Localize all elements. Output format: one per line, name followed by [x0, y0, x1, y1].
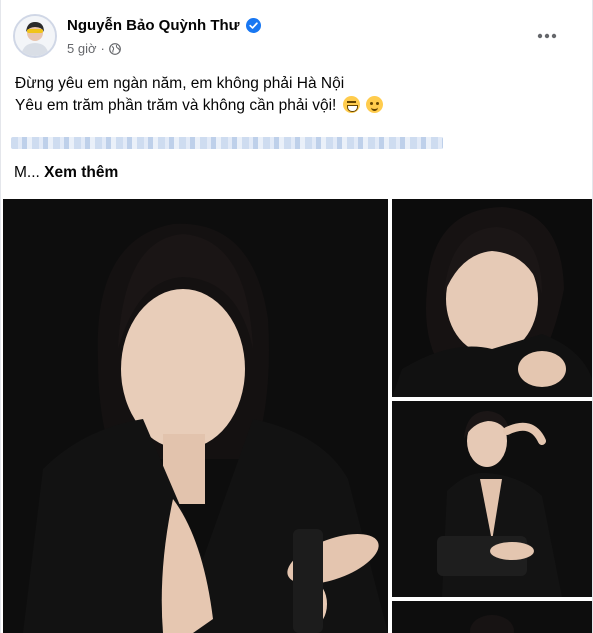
photo-4[interactable]: [392, 601, 592, 633]
post-time[interactable]: 5 giờ: [67, 41, 97, 56]
photo-3[interactable]: [392, 401, 592, 597]
see-more-row: M... Xem thêm: [14, 164, 118, 182]
main-photo[interactable]: [3, 199, 388, 633]
post-text: Đừng yêu em ngàn năm, em không phải Hà N…: [15, 73, 575, 117]
post-text-line-2-row: Yêu em trăm phần trăm và không cần phải …: [15, 95, 575, 117]
post-meta: 5 giờ ·: [67, 41, 121, 56]
verified-badge-icon: [245, 18, 261, 33]
grinning-squint-emoji: [342, 96, 360, 113]
author-name[interactable]: Nguyễn Bảo Quỳnh Thư: [67, 17, 240, 34]
more-options-button[interactable]: [529, 22, 565, 50]
author-avatar[interactable]: [13, 14, 57, 58]
post-text-line-1: Đừng yêu em ngàn năm, em không phải Hà N…: [15, 75, 345, 92]
photo-2[interactable]: [392, 199, 592, 397]
author-name-row: Nguyễn Bảo Quỳnh Thư: [67, 17, 261, 34]
post-text-line-2: Yêu em trăm phần trăm và không cần phải …: [15, 97, 337, 114]
post-header: Nguyễn Bảo Quỳnh Thư 5 giờ ·: [1, 0, 593, 70]
photo-grid: [1, 199, 593, 633]
smirk-emoji: [366, 96, 383, 113]
blurred-text-line: [11, 137, 443, 149]
meta-separator: ·: [100, 41, 105, 56]
see-more-link[interactable]: Xem thêm: [44, 164, 118, 181]
avatar-image: [15, 16, 55, 56]
photo-3-image: [392, 401, 592, 597]
globe-icon[interactable]: [108, 42, 121, 55]
truncated-text: M...: [14, 164, 40, 181]
facebook-post: Nguyễn Bảo Quỳnh Thư 5 giờ · Đừng yêu em…: [0, 0, 593, 633]
more-options-icon: [537, 33, 557, 39]
main-photo-image: [3, 199, 388, 633]
photo-2-image: [392, 199, 592, 397]
photo-4-image: [392, 601, 592, 633]
